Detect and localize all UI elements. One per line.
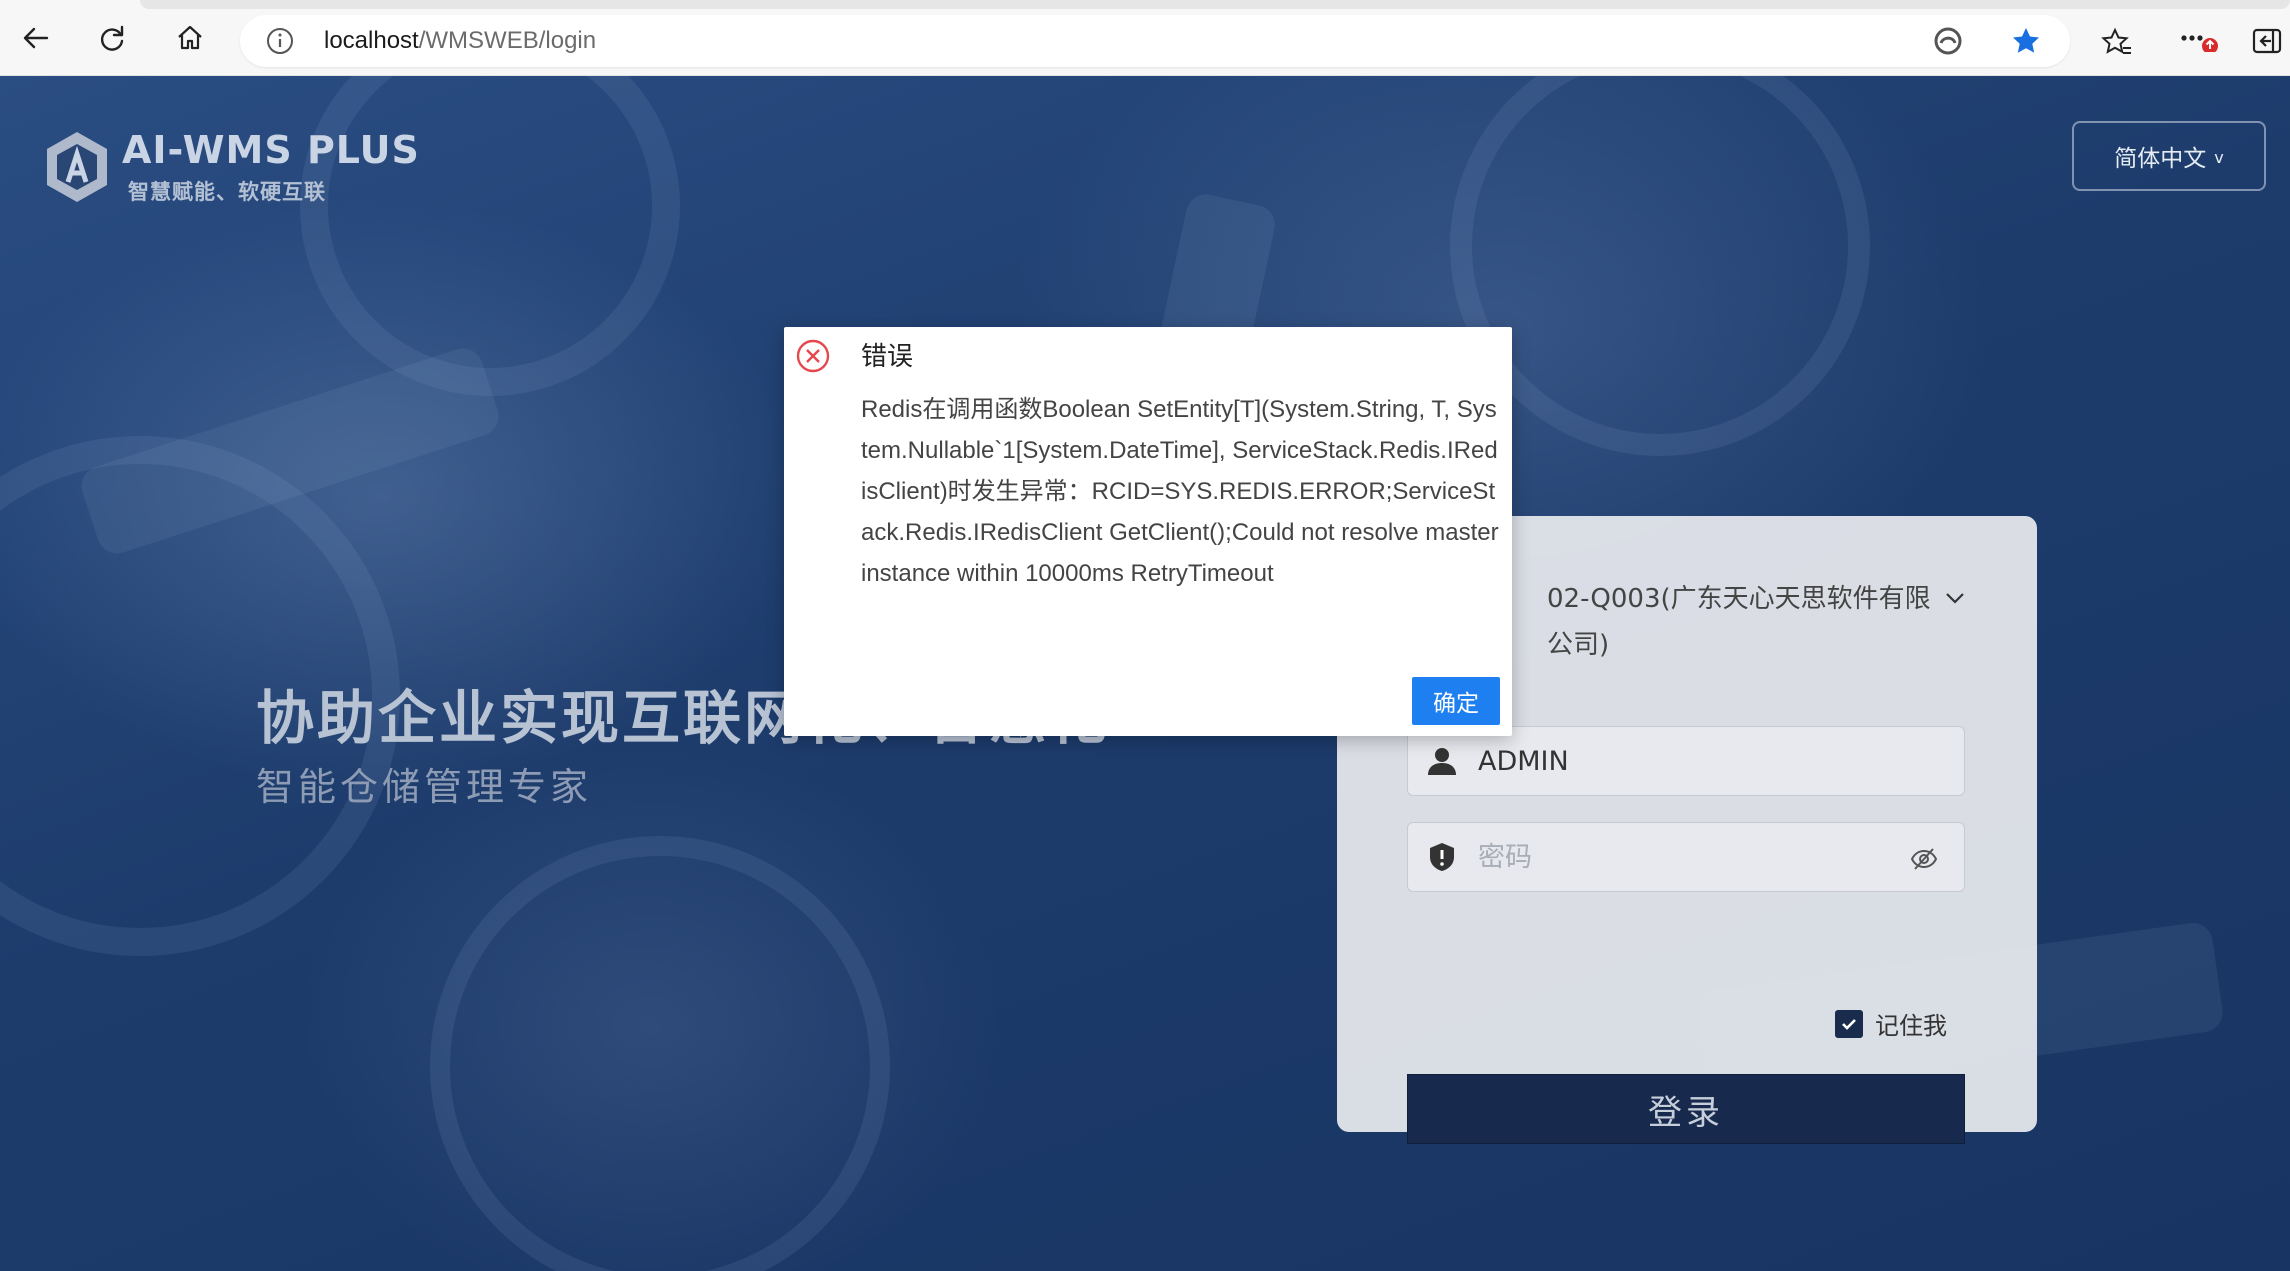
logo: AI-WMS PLUS 智慧赋能、软硬互联	[44, 126, 444, 206]
password-field[interactable]: 密码	[1407, 822, 1965, 892]
favorite-star-icon[interactable]	[2010, 25, 2042, 57]
background-decoration	[430, 836, 890, 1271]
favorites-icon[interactable]	[2101, 26, 2133, 58]
login-button[interactable]: 登录	[1407, 1074, 1965, 1144]
home-button[interactable]	[168, 16, 212, 60]
browser-toolbar: localhost/WMSWEB/login	[0, 0, 2290, 76]
url-path: /WMSWEB/login	[418, 27, 597, 54]
dialog-title: 错误	[861, 342, 914, 372]
check-icon	[1842, 1018, 1856, 1030]
arrow-left-icon	[23, 27, 49, 49]
remember-checkbox[interactable]	[1835, 1009, 1863, 1038]
url-text[interactable]: localhost/WMSWEB/login	[324, 25, 596, 57]
more-icon	[2181, 35, 2218, 54]
error-dialog: 错误 Redis在调用函数Boolean SetEntity[T](System…	[784, 327, 1512, 736]
info-icon[interactable]	[266, 27, 294, 55]
error-icon	[796, 339, 830, 373]
logo-subtitle: 智慧赋能、软硬互联	[128, 180, 326, 204]
read-aloud-icon[interactable]	[1932, 25, 1964, 57]
language-label: 简体中文	[2114, 146, 2207, 172]
background-decoration	[1450, 76, 1870, 456]
tenant-value: 02-Q003(广东天心天思软件有限公司)	[1547, 584, 1931, 660]
language-select[interactable]: 简体中文 v	[2072, 121, 2266, 191]
address-bar[interactable]: localhost/WMSWEB/login	[240, 15, 2070, 67]
user-icon	[1428, 748, 1456, 775]
remember-label: 记住我	[1875, 1012, 1947, 1040]
back-button[interactable]	[14, 16, 58, 60]
background-decoration	[300, 76, 680, 396]
logo-hexagon-icon	[47, 132, 107, 202]
refresh-icon	[100, 25, 124, 51]
dialog-message: Redis在调用函数Boolean SetEntity[T](System.St…	[861, 396, 1499, 587]
chevron-down-icon: v	[2214, 147, 2224, 167]
eye-slash-icon[interactable]	[1910, 845, 1938, 873]
logo-title: AI-WMS PLUS	[122, 128, 420, 172]
settings-more-button[interactable]	[2180, 22, 2220, 54]
slogan-subtitle: 智能仓储管理专家	[256, 765, 593, 809]
chevron-down-icon	[1946, 593, 1964, 604]
shield-icon	[1430, 843, 1454, 871]
password-placeholder: 密码	[1478, 842, 1532, 873]
url-host: localhost	[324, 27, 419, 54]
home-icon	[178, 25, 202, 50]
login-page: AI-WMS PLUS 智慧赋能、软硬互联 简体中文 v 协助企业实现互联网化、…	[0, 76, 2290, 1271]
tab-strip	[140, 0, 2290, 9]
sidebar-icon[interactable]	[2252, 26, 2282, 56]
refresh-button[interactable]	[90, 16, 134, 60]
username-field[interactable]: ADMIN	[1407, 726, 1965, 796]
username-value: ADMIN	[1478, 746, 1569, 777]
ok-button[interactable]: 确定	[1412, 677, 1500, 725]
remember-me[interactable]: 记住我	[1835, 1006, 1947, 1041]
